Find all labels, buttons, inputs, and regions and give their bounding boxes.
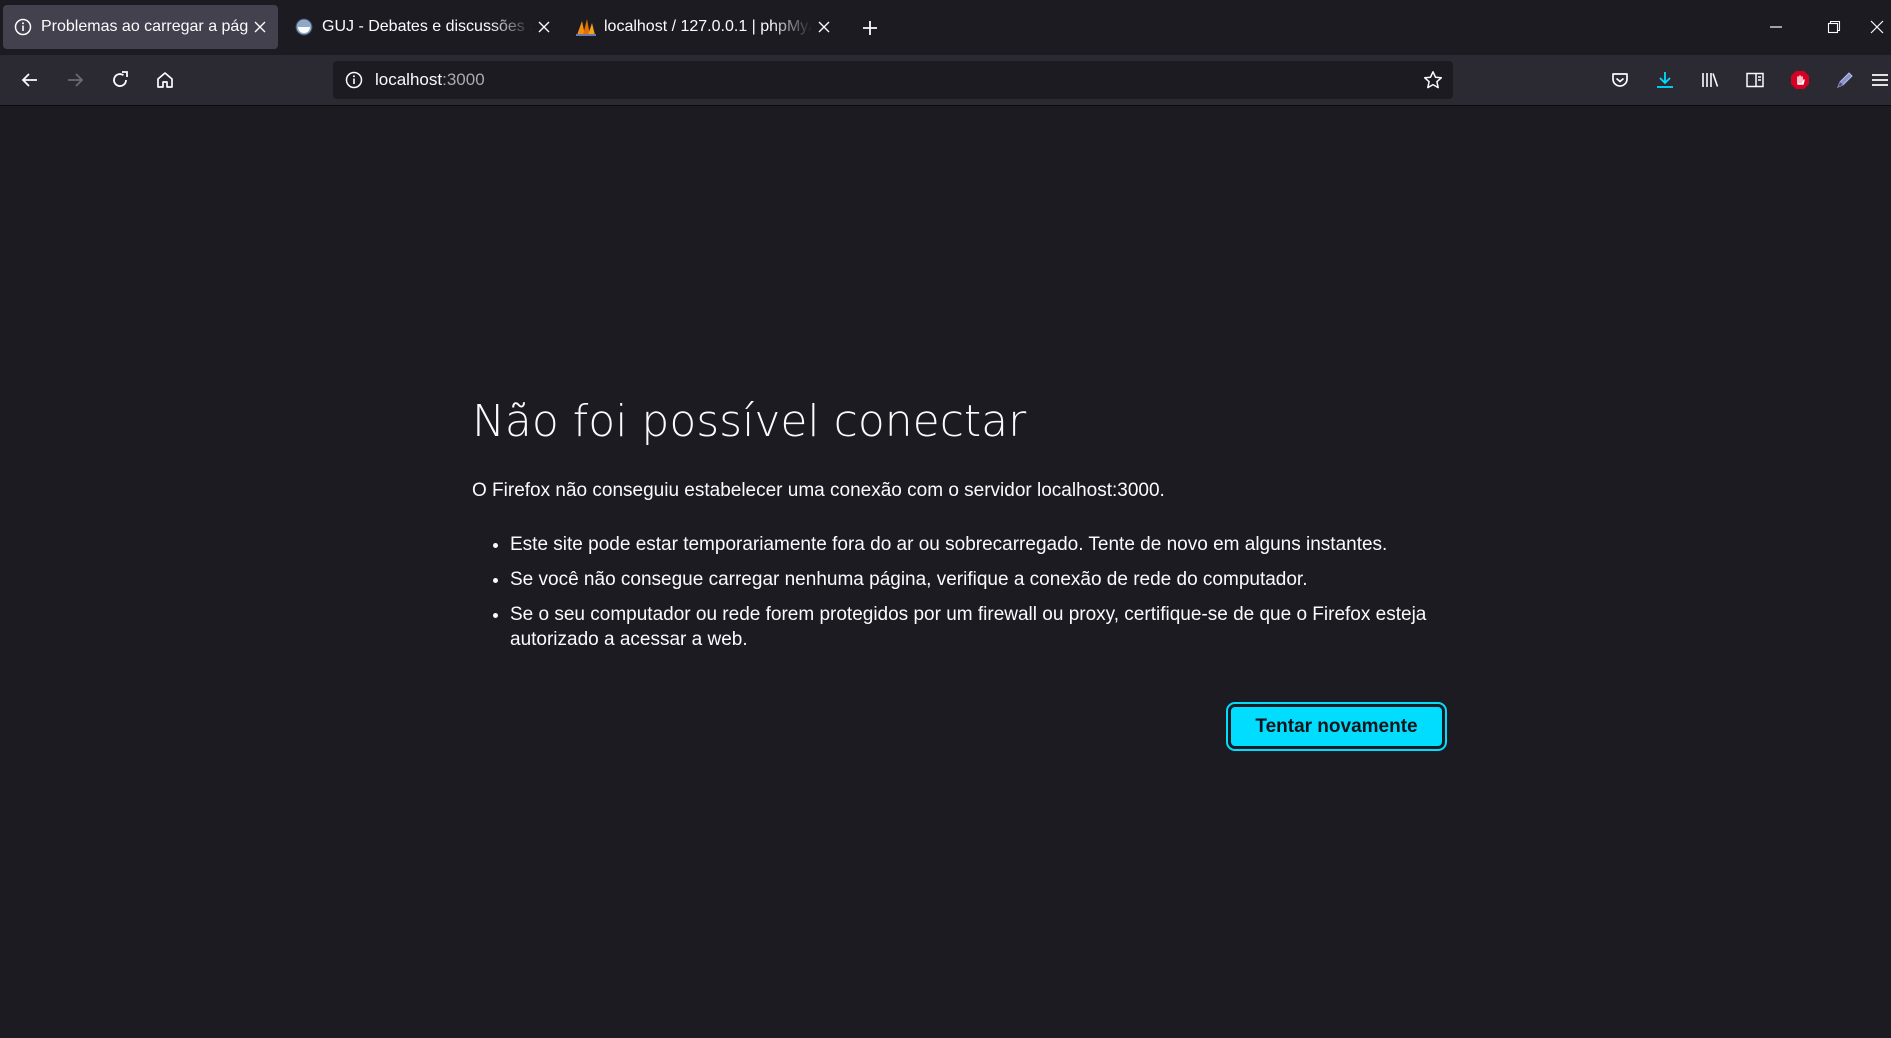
restore-button[interactable]: [1816, 10, 1852, 44]
download-icon: [1657, 72, 1673, 88]
menu-button[interactable]: [1870, 62, 1891, 98]
home-icon: [157, 72, 173, 88]
new-tab-button[interactable]: [856, 14, 884, 42]
tab-title: GUJ - Debates e discussões sobre: [322, 18, 532, 35]
tab-strip: Problemas ao carregar a página GUJ - Deb…: [0, 0, 1891, 55]
close-tab-icon[interactable]: [816, 19, 832, 35]
url-host: localhost: [375, 70, 443, 89]
suggestion-item: Este site pode estar temporariamente for…: [510, 532, 1447, 557]
home-button[interactable]: [147, 62, 183, 98]
bookmark-star-icon[interactable]: [1423, 70, 1443, 90]
tab-title: localhost / 127.0.0.1 | phpMyAdmin: [604, 18, 812, 35]
try-again-button[interactable]: Tentar novamente: [1226, 702, 1447, 751]
extension-button[interactable]: [1827, 62, 1863, 98]
guj-favicon: [294, 17, 314, 37]
close-window-button[interactable]: [1870, 10, 1891, 44]
minimize-button[interactable]: [1758, 10, 1794, 44]
hamburger-menu-icon: [1872, 74, 1888, 86]
downloads-button[interactable]: [1647, 62, 1683, 98]
tab-phpmyadmin[interactable]: localhost / 127.0.0.1 | phpMyAdmin: [566, 5, 842, 49]
restore-icon: [1827, 20, 1841, 34]
suggestions-list: Este site pode estar temporariamente for…: [472, 532, 1447, 652]
phpmyadmin-favicon: [576, 17, 596, 37]
tab-error-page[interactable]: Problemas ao carregar a página: [3, 5, 278, 49]
close-tab-icon[interactable]: [536, 19, 552, 35]
adblock-extension-button[interactable]: [1782, 62, 1818, 98]
info-icon: [13, 17, 33, 37]
plus-icon: [863, 21, 877, 35]
error-title: Não foi possível conectar: [472, 396, 1027, 447]
reload-icon: [113, 71, 128, 87]
reload-button[interactable]: [102, 62, 138, 98]
library-icon: [1702, 73, 1719, 87]
url-port: :3000: [442, 70, 485, 89]
error-page-content: Não foi possível conectar O Firefox não …: [472, 390, 1447, 662]
stop-hand-icon: [1791, 71, 1809, 89]
forward-arrow-icon: [68, 73, 84, 87]
tab-guj[interactable]: GUJ - Debates e discussões sobre: [284, 5, 562, 49]
site-info-icon[interactable]: [345, 71, 363, 89]
navigation-toolbar: localhost:3000: [0, 55, 1891, 106]
tab-title: Problemas ao carregar a página: [41, 18, 248, 35]
back-button[interactable]: [12, 62, 48, 98]
address-bar[interactable]: localhost:3000: [333, 61, 1453, 99]
suggestion-item: Se o seu computador ou rede forem proteg…: [510, 602, 1447, 652]
pocket-icon: [1612, 73, 1628, 87]
library-button[interactable]: [1692, 62, 1728, 98]
pocket-button[interactable]: [1602, 62, 1638, 98]
close-tab-icon[interactable]: [252, 19, 268, 35]
pen-icon: [1837, 72, 1853, 88]
back-arrow-icon: [21, 73, 37, 87]
forward-button[interactable]: [57, 62, 93, 98]
close-icon: [1870, 20, 1884, 34]
minimize-icon: [1770, 26, 1782, 28]
sidebar-icon: [1746, 72, 1764, 88]
sidebar-button[interactable]: [1737, 62, 1773, 98]
suggestion-item: Se você não consegue carregar nenhuma pá…: [510, 567, 1447, 592]
error-description: O Firefox não conseguiu estabelecer uma …: [472, 480, 1165, 501]
